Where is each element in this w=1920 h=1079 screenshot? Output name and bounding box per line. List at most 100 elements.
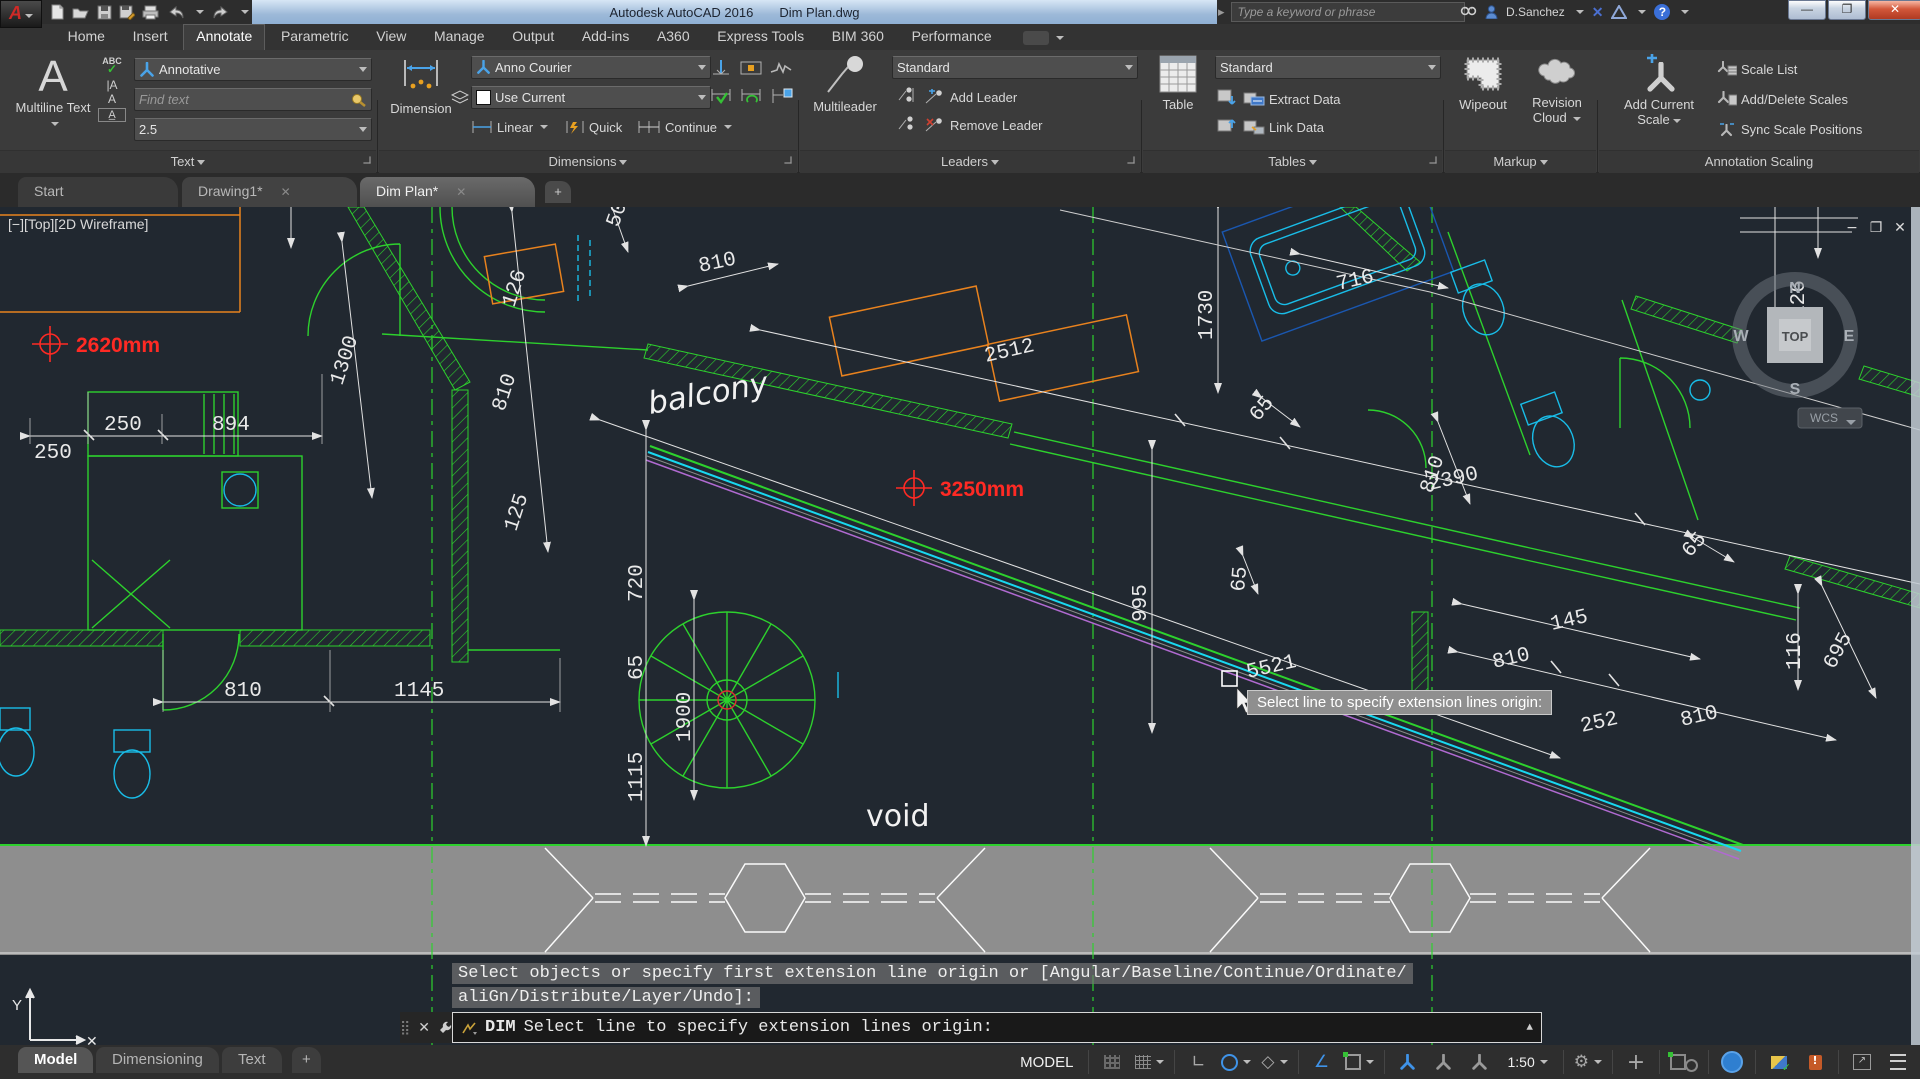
table-style-combo[interactable]: Standard <box>1215 56 1441 79</box>
dimensions-panel-launcher-icon[interactable] <box>784 156 791 163</box>
user-dropdown-icon[interactable] <box>1576 10 1584 14</box>
save-icon[interactable] <box>97 5 112 20</box>
dim-adjust-space-icon[interactable] <box>709 58 733 78</box>
link-data-button[interactable]: Link Data <box>1243 116 1324 138</box>
viewcube-east[interactable]: E <box>1844 328 1855 345</box>
viewport-controls-label[interactable]: [−][Top][2D Wireframe] <box>8 216 148 232</box>
layout-tab-text[interactable]: Text <box>222 1047 282 1073</box>
viewport-restore-icon[interactable]: ❐ <box>1870 220 1883 236</box>
tab-insert[interactable]: Insert <box>121 24 180 49</box>
dim-break-icon[interactable] <box>769 86 793 106</box>
a360-dropdown-icon[interactable] <box>1638 10 1646 14</box>
snap-mode-icon[interactable] <box>1132 1049 1167 1075</box>
dim-jog-line-icon[interactable] <box>769 58 793 78</box>
model-paper-toggle[interactable]: MODEL <box>1012 1049 1081 1075</box>
text-panel-launcher-icon[interactable] <box>363 156 370 163</box>
customization-menu-icon[interactable] <box>1882 1049 1914 1075</box>
object-snap-tracking-icon[interactable]: ∠ <box>1306 1049 1338 1075</box>
recent-commands-icon[interactable] <box>461 1021 477 1035</box>
infocenter-collapse-icon[interactable]: ▸ <box>1218 4 1225 20</box>
tables-panel-launcher-icon[interactable] <box>1429 156 1436 163</box>
spell-check-icon[interactable]: ABC✓ <box>98 56 126 76</box>
isolate-objects-icon[interactable] <box>1667 1049 1701 1075</box>
table-upload-icon[interactable] <box>1217 116 1237 134</box>
drawing-canvas[interactable]: 8105041261300810125250250894810114572065… <box>0 207 1920 1045</box>
signed-in-user[interactable]: D.Sanchez <box>1506 5 1565 19</box>
app-menu-button[interactable]: A <box>0 0 42 28</box>
continue-dimension-button[interactable]: Continue <box>637 116 732 138</box>
undo-dropdown-icon[interactable] <box>196 10 204 14</box>
tab-manage[interactable]: Manage <box>422 24 497 49</box>
leader-align-icon[interactable] <box>896 86 918 104</box>
performance-alert-icon[interactable] <box>1799 1049 1831 1075</box>
annotation-visibility-icon[interactable] <box>1392 1049 1424 1075</box>
layout-tab-dimensioning[interactable]: Dimensioning <box>96 1047 219 1073</box>
window-close-button[interactable]: ✕ <box>1868 0 1920 20</box>
scale-list-button[interactable]: Scale List <box>1717 58 1797 80</box>
command-close-icon[interactable]: ✕ <box>418 1019 430 1036</box>
dim-layer-combo[interactable]: Use Current <box>471 86 711 109</box>
panel-text-footer[interactable]: Text <box>0 150 376 173</box>
dim-update-icon[interactable] <box>709 86 733 106</box>
command-grip[interactable]: ⣿ ✕ <box>400 1012 452 1043</box>
viewcube-top-face[interactable]: TOP <box>1782 329 1809 344</box>
panel-dimensions-footer[interactable]: Dimensions <box>379 150 797 173</box>
isodraft-icon[interactable]: ◇ <box>1258 1049 1290 1075</box>
command-line-bar[interactable]: ⣿ ✕ DIM Select line to specify extension… <box>400 1012 1542 1043</box>
panel-tables-footer[interactable]: Tables <box>1143 150 1442 173</box>
quick-dimension-button[interactable]: Quick <box>565 116 622 138</box>
undo-icon[interactable] <box>166 5 186 20</box>
text-align-icon[interactable]: |AA <box>98 78 126 106</box>
status-bar-expand-icon[interactable]: ↗ <box>1846 1049 1878 1075</box>
object-snap-icon[interactable] <box>1342 1049 1377 1075</box>
tab-home[interactable]: Home <box>56 24 117 49</box>
autoscale-icon[interactable] <box>1428 1049 1460 1075</box>
find-text-search-icon[interactable] <box>351 93 367 107</box>
hardware-acceleration-icon[interactable] <box>1763 1049 1795 1075</box>
text-height-combo[interactable]: 2.5 <box>134 118 372 141</box>
tab-addins[interactable]: Add-ins <box>570 24 641 49</box>
command-input[interactable]: DIM Select line to specify extension lin… <box>452 1012 1542 1043</box>
tab-parametric[interactable]: Parametric <box>269 24 361 49</box>
new-file-icon[interactable] <box>50 4 65 20</box>
viewcube-south[interactable]: S <box>1790 381 1801 398</box>
viewport-buttons[interactable]: − ❐ ✕ <box>1846 220 1906 236</box>
command-expand-icon[interactable]: ▲ <box>1526 1022 1533 1034</box>
wipeout-button[interactable]: Wipeout <box>1449 54 1517 112</box>
remove-leader-button[interactable]: Remove Leader <box>924 114 1043 136</box>
viewport-close-icon[interactable]: ✕ <box>1894 220 1906 236</box>
leaders-panel-launcher-icon[interactable] <box>1127 156 1134 163</box>
panel-leaders-footer[interactable]: Leaders <box>800 150 1140 173</box>
dim-reassociate-icon[interactable] <box>739 86 763 106</box>
tab-express-tools[interactable]: Express Tools <box>705 24 816 49</box>
ribbon-display-dropdown-icon[interactable] <box>1056 36 1064 40</box>
panel-annoscale-footer[interactable]: Annotation Scaling <box>1599 150 1919 173</box>
file-tab-start[interactable]: Start <box>18 177 178 207</box>
search-input[interactable]: Type a keyword or phrase <box>1231 2 1465 22</box>
clean-screen-icon[interactable] <box>1716 1049 1748 1075</box>
new-drawing-tab-button[interactable]: + <box>545 181 571 203</box>
add-leader-button[interactable]: Add Leader <box>924 86 1017 108</box>
open-file-icon[interactable] <box>72 5 90 20</box>
exchange-apps-icon[interactable]: ✕ <box>1592 4 1604 21</box>
workspace-switching-icon[interactable]: ⚙ <box>1571 1049 1605 1075</box>
revision-cloud-button[interactable]: Revision Cloud <box>1521 54 1593 125</box>
file-tab-dim-plan[interactable]: Dim Plan*✕ <box>360 177 535 207</box>
tab-bim360[interactable]: BIM 360 <box>820 24 896 49</box>
viewcube-north[interactable]: N <box>1789 280 1801 297</box>
dim-style-combo[interactable]: Anno Courier <box>471 56 711 79</box>
file-tab-drawing1[interactable]: Drawing1*✕ <box>182 177 357 207</box>
multiline-text-button[interactable]: A Multiline Text <box>14 54 92 130</box>
add-delete-scales-button[interactable]: Add/Delete Scales <box>1717 88 1848 110</box>
redo-dropdown-icon[interactable] <box>241 10 249 14</box>
close-tab-icon[interactable]: ✕ <box>281 185 291 199</box>
window-minimize-button[interactable]: — <box>1788 0 1826 20</box>
text-style-combo[interactable]: Annotative <box>134 58 372 81</box>
tab-output[interactable]: Output <box>500 24 566 49</box>
viewport-minimize-icon[interactable]: − <box>1846 220 1858 236</box>
text-height-icon[interactable]: A̲ <box>98 108 126 122</box>
annotation-scale-icon[interactable] <box>1464 1049 1496 1075</box>
multileader-style-combo[interactable]: Standard <box>892 56 1138 79</box>
linear-dimension-button[interactable]: Linear <box>471 116 548 138</box>
table-button[interactable]: Table <box>1147 54 1209 112</box>
